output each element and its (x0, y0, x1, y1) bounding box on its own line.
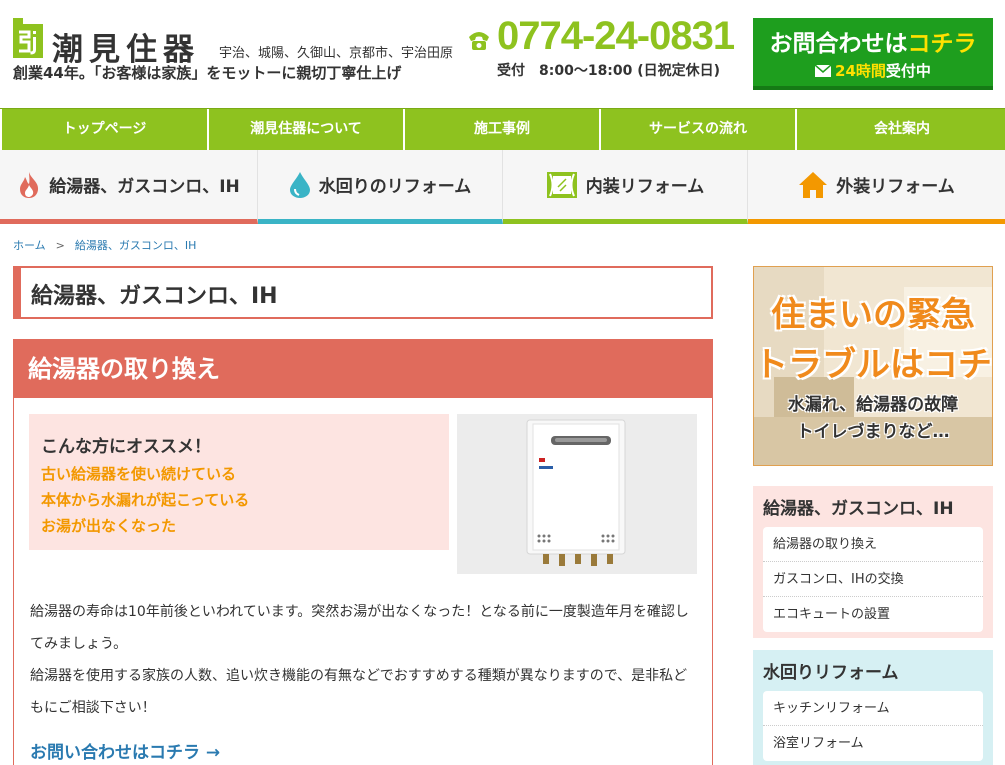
service-areas: 宇治、城陽、久御山、京都市、宇治田原 (219, 46, 454, 61)
category-nav: 給湯器、ガスコンロ、IH 水回りのリフォーム 内装リフォーム 外装リフォーム (0, 150, 1005, 224)
banner-subtext: 水漏れ、給湯器の故障 (787, 395, 959, 415)
category-water-reform[interactable]: 水回りのリフォーム (258, 150, 503, 224)
phone-number[interactable]: 0774-24-0831 (497, 14, 735, 59)
recommend-title: こんな方にオススメ！ (41, 437, 211, 457)
contact-hours-label: 受付中 (885, 62, 931, 80)
banner-headline: 住まいの緊急 (771, 295, 975, 335)
water-heater-image (457, 414, 697, 574)
business-hours: 受付 8:00〜18:00 (日祝定休日) (497, 63, 721, 79)
banner-headline: トラブルはコチラ (754, 345, 992, 385)
flame-icon (20, 171, 39, 198)
company-motto: 創業44年。「お客様は家族」をモットーに親切丁寧仕上げ (13, 64, 402, 82)
category-interior[interactable]: 内装リフォーム (503, 150, 748, 224)
sidebar-item[interactable]: 浴室リフォーム (763, 726, 983, 761)
global-nav: トップページ 潮見住器について 施工事例 サービスの流れ 会社案内 (0, 108, 1005, 150)
water-drop-icon (289, 171, 310, 198)
inquiry-link[interactable]: お問い合わせはコチラ → (30, 738, 220, 763)
sidebar-box-water-reform: 水回りリフォーム キッチンリフォーム 浴室リフォーム (753, 650, 993, 765)
contact-hours-accent: 24時間 (835, 62, 886, 80)
page-title-box: 給湯器、ガスコンロ、IH (13, 266, 713, 319)
body-paragraph: 給湯器の寿命は10年前後といわれています。突然お湯が出なくなった！となる前に一度… (30, 604, 689, 652)
sidebar-box-water-heater: 給湯器、ガスコンロ、IH 給湯器の取り換え ガスコンロ、IHの交換 エコキュート… (753, 486, 993, 638)
sidebar-list: キッチンリフォーム 浴室リフォーム (763, 691, 983, 761)
nav-item-about[interactable]: 潮見住器について (209, 109, 405, 150)
category-label: 内装リフォーム (585, 177, 705, 197)
recommend-item: 古い給湯器を使い続けている (41, 465, 237, 483)
sidebar-box-title: 水回りリフォーム (763, 663, 899, 683)
contact-label-accent: コチラ (907, 31, 977, 57)
nav-item-company[interactable]: 会社案内 (797, 109, 1005, 150)
category-label: 水回りのリフォーム (318, 177, 472, 197)
content-section: 給湯器の取り換え こんな方にオススメ！ 古い給湯器を使い続けている 本体から水漏… (13, 339, 713, 765)
sidebar-item[interactable]: 給湯器の取り換え (763, 527, 983, 562)
recommend-item: お湯が出なくなった (41, 517, 177, 535)
banner-subtext: トイレづまりなど… (796, 422, 950, 442)
sidebar-item[interactable]: エコキュートの設置 (763, 597, 983, 632)
house-icon (799, 171, 828, 198)
category-water-heater[interactable]: 給湯器、ガスコンロ、IH (0, 150, 258, 224)
body-paragraph: 給湯器を使用する家族の人数、追い炊き機能の有無などでおすすめする種類が異なります… (30, 668, 688, 716)
window-curtain-icon (546, 171, 577, 198)
emergency-banner[interactable]: 住まいの緊急 トラブルはコチラ 水漏れ、給湯器の故障 トイレづまりなど… (753, 266, 993, 466)
category-label: 給湯器、ガスコンロ、IH (49, 177, 240, 197)
nav-item-service-flow[interactable]: サービスの流れ (601, 109, 797, 150)
contact-button[interactable]: お問合わせはコチラ 24時間受付中 (753, 18, 993, 90)
recommend-box: こんな方にオススメ！ 古い給湯器を使い続けている 本体から水漏れが起こっている … (29, 414, 449, 550)
mail-icon (815, 65, 832, 77)
sidebar-list: 給湯器の取り換え ガスコンロ、IHの交換 エコキュートの設置 (763, 527, 983, 632)
category-exterior[interactable]: 外装リフォーム (748, 150, 1005, 224)
recommend-item: 本体から水漏れが起こっている (41, 491, 250, 509)
nav-item-top[interactable]: トップページ (0, 109, 209, 150)
body-text: 給湯器の寿命は10年前後といわれています。突然お湯が出なくなった！となる前に一度… (30, 596, 700, 724)
section-title: 給湯器の取り換え (14, 340, 712, 398)
breadcrumb-separator: > (55, 239, 65, 252)
nav-item-works[interactable]: 施工事例 (405, 109, 601, 150)
phone-icon (469, 32, 489, 50)
sidebar-item[interactable]: キッチンリフォーム (763, 691, 983, 726)
category-label: 外装リフォーム (836, 177, 955, 197)
sidebar-item[interactable]: ガスコンロ、IHの交換 (763, 562, 983, 597)
sidebar-box-title: 給湯器、ガスコンロ、IH (763, 499, 954, 519)
page-title: 給湯器、ガスコンロ、IH (31, 284, 278, 309)
logo-icon[interactable] (13, 18, 43, 58)
breadcrumb-home[interactable]: ホーム (13, 239, 46, 252)
contact-label: お問合わせは (769, 31, 908, 57)
breadcrumb: ホーム > 給湯器、ガスコンロ、IH (13, 237, 196, 253)
breadcrumb-current[interactable]: 給湯器、ガスコンロ、IH (75, 239, 197, 252)
site-header: 潮見住器 宇治、城陽、久御山、京都市、宇治田原 創業44年。「お客様は家族」をモ… (0, 0, 1005, 108)
